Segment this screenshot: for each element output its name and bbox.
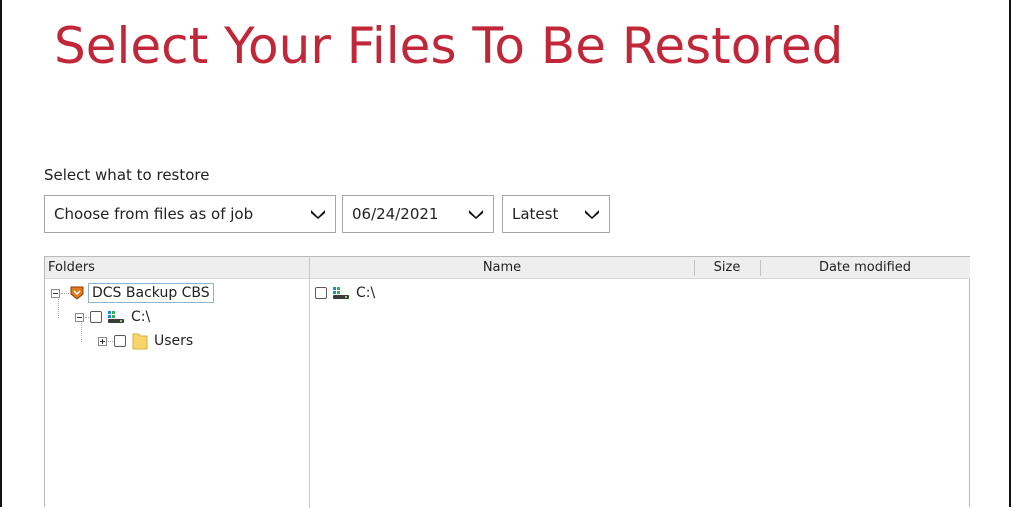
restore-source-value: Choose from files as of job <box>54 205 254 223</box>
chevron-down-icon <box>585 210 599 219</box>
expand-toggle[interactable] <box>98 336 107 346</box>
tree-node-folder[interactable]: Users <box>98 330 193 352</box>
backup-date-dropdown[interactable]: 06/24/2021 <box>342 195 494 233</box>
tree-node-root[interactable]: DCS Backup CBS <box>51 282 214 304</box>
backup-date-value: 06/24/2021 <box>352 205 439 223</box>
restore-source-dropdown[interactable]: Choose from files as of job <box>44 195 336 233</box>
date-modified-column-header[interactable]: Date modified <box>760 257 970 279</box>
pane-divider[interactable] <box>309 257 310 508</box>
collapse-toggle[interactable] <box>75 312 84 322</box>
select-checkbox[interactable] <box>114 335 126 347</box>
file-browser-panel: Folders Name Size Date modified DCS Back… <box>44 256 970 508</box>
tree-node-drive[interactable]: C:\ <box>75 306 150 328</box>
collapse-toggle[interactable] <box>51 288 60 298</box>
folders-column-header: Folders <box>45 257 310 279</box>
drive-icon <box>108 311 124 323</box>
select-checkbox[interactable] <box>90 311 102 323</box>
chevron-down-icon <box>469 210 483 219</box>
chevron-down-icon <box>311 210 325 219</box>
size-column-header[interactable]: Size <box>694 257 760 279</box>
file-list-header: Name Size Date modified <box>310 257 970 279</box>
backup-version-value: Latest <box>512 205 559 223</box>
select-what-to-restore-label: Select what to restore <box>44 166 210 184</box>
tree-node-label[interactable]: C:\ <box>131 309 150 325</box>
backup-set-icon <box>70 286 84 300</box>
select-checkbox[interactable] <box>315 287 327 299</box>
tree-node-label[interactable]: DCS Backup CBS <box>88 283 214 303</box>
drive-icon <box>333 287 349 299</box>
file-name: C:\ <box>356 285 376 301</box>
tree-node-label[interactable]: Users <box>154 333 193 349</box>
page-title: Select Your Files To Be Restored <box>54 17 844 75</box>
file-list-item[interactable]: C:\ <box>315 282 375 304</box>
folder-icon <box>132 333 148 350</box>
name-column-header[interactable]: Name <box>310 257 694 279</box>
backup-version-dropdown[interactable]: Latest <box>502 195 610 233</box>
